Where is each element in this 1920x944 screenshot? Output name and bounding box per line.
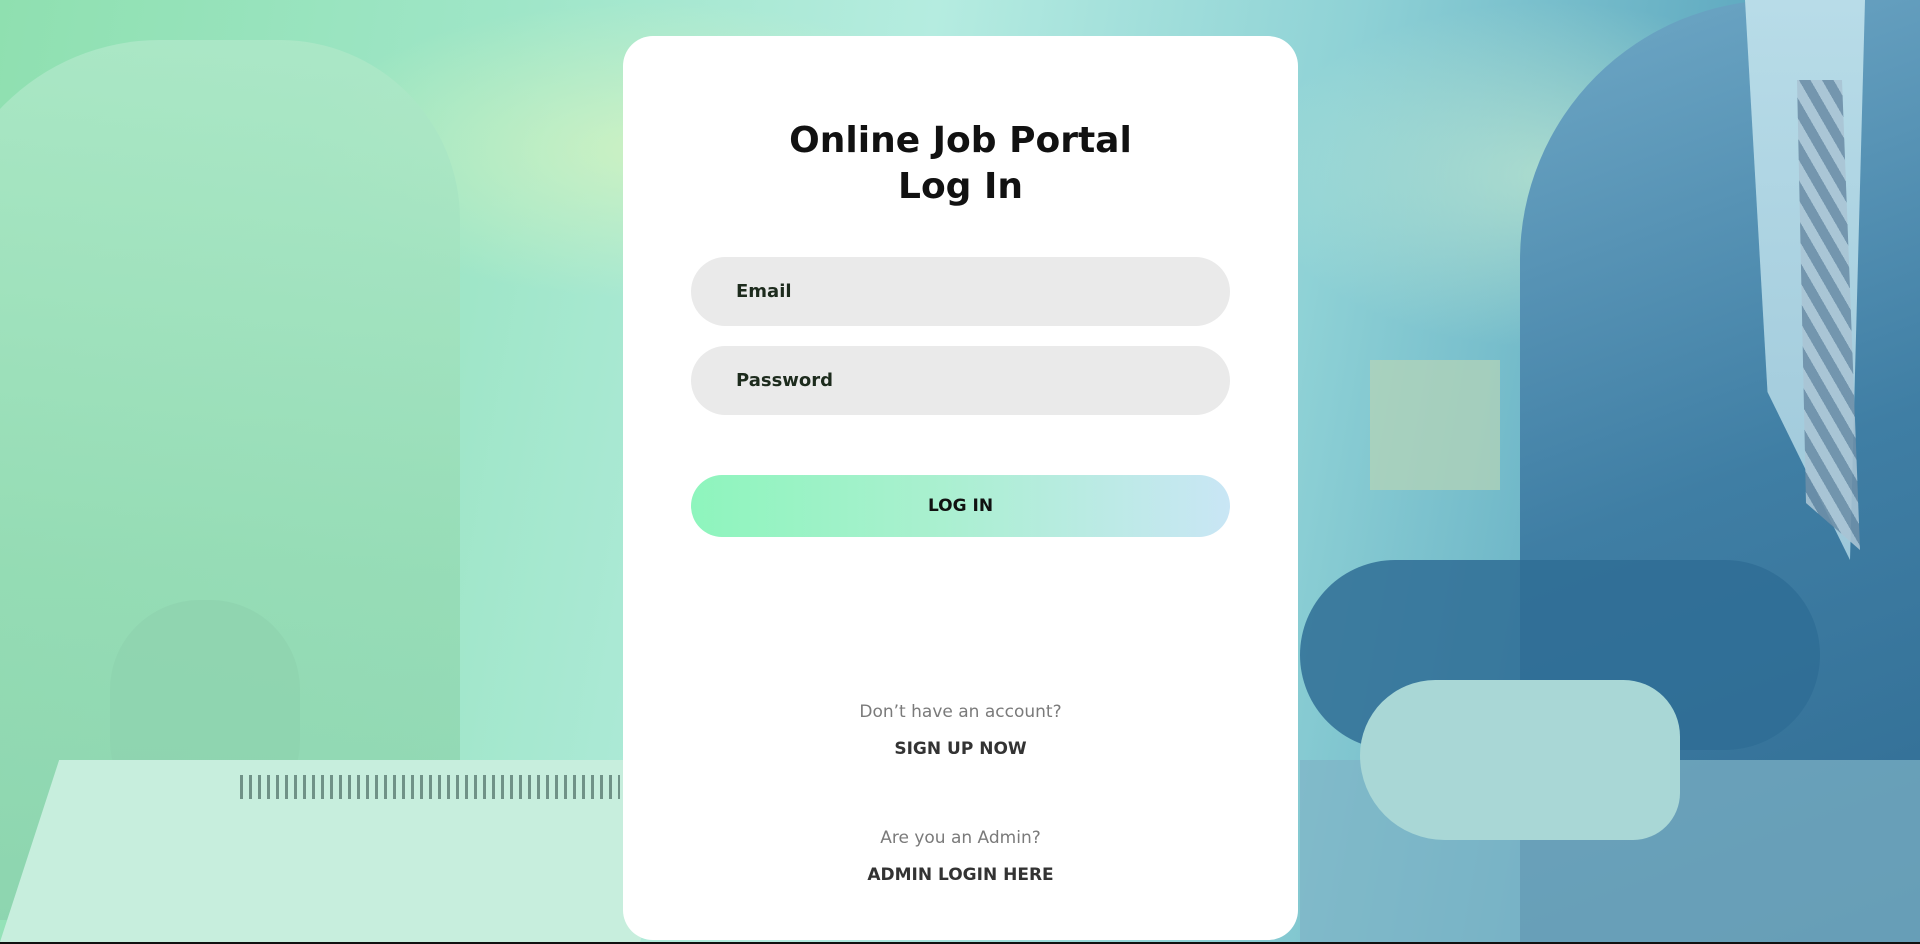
signup-link-row: SIGN UP NOW (623, 739, 1298, 759)
admin-link-row: ADMIN LOGIN HERE (623, 865, 1298, 885)
login-button[interactable]: LOG IN (691, 475, 1230, 537)
wall-frame (1370, 360, 1500, 490)
page-title-line-2: Log In (898, 166, 1023, 207)
page-title-line-1: Online Job Portal (789, 120, 1132, 161)
signup-link[interactable]: SIGN UP NOW (894, 739, 1026, 759)
notebook-spiral (240, 775, 620, 799)
page-title: Online Job Portal Log In (623, 118, 1298, 210)
signup-prompt: Don’t have an account? (859, 702, 1062, 722)
email-field[interactable] (691, 257, 1230, 326)
person-right-hand (1360, 680, 1680, 840)
admin-prompt: Are you an Admin? (880, 828, 1041, 848)
password-field[interactable] (691, 346, 1230, 415)
admin-login-link[interactable]: ADMIN LOGIN HERE (867, 865, 1053, 885)
login-card: Online Job Portal Log In LOG IN Don’t ha… (623, 36, 1298, 940)
